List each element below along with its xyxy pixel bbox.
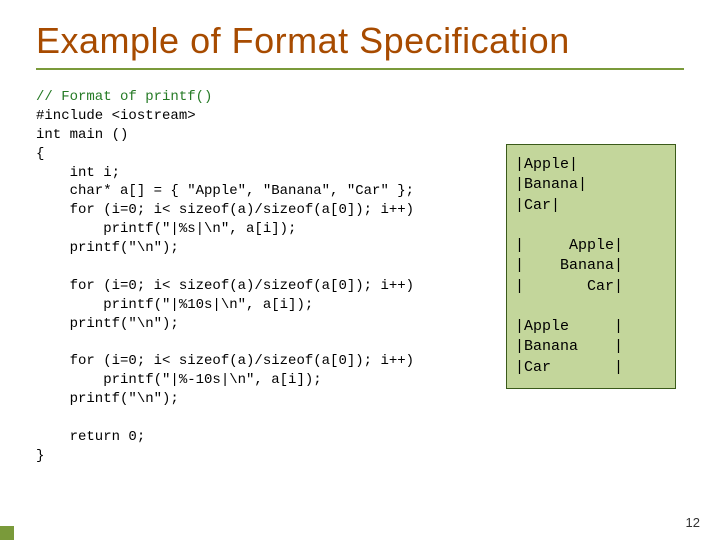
page-title: Example of Format Specification [36, 20, 684, 70]
code-comment: // Format of printf() [36, 89, 212, 105]
code-line: int i; [36, 165, 120, 181]
output-box: |Apple| |Banana| |Car| | Apple| | Banana… [506, 144, 676, 389]
code-line: printf("\n"); [36, 240, 179, 256]
code-line: for (i=0; i< sizeof(a)/sizeof(a[0]); i++… [36, 353, 414, 369]
code-line: printf("|%s|\n", a[i]); [36, 221, 296, 237]
code-line: printf("\n"); [36, 316, 179, 332]
page-number: 12 [686, 515, 700, 530]
code-line: #include <iostream> [36, 108, 196, 124]
code-column: // Format of printf() #include <iostream… [36, 88, 486, 466]
code-line: for (i=0; i< sizeof(a)/sizeof(a[0]); i++… [36, 278, 414, 294]
code-line: printf("|%10s|\n", a[i]); [36, 297, 313, 313]
code-line: printf("\n"); [36, 391, 179, 407]
corner-accent [0, 526, 14, 540]
code-line: char* a[] = { "Apple", "Banana", "Car" }… [36, 183, 414, 199]
code-line: int main () [36, 127, 128, 143]
output-column: |Apple| |Banana| |Car| | Apple| | Banana… [506, 88, 676, 466]
slide-body: // Format of printf() #include <iostream… [36, 88, 684, 466]
code-listing: // Format of printf() #include <iostream… [36, 88, 486, 466]
code-line: printf("|%-10s|\n", a[i]); [36, 372, 322, 388]
code-line: for (i=0; i< sizeof(a)/sizeof(a[0]); i++… [36, 202, 414, 218]
slide: Example of Format Specification // Forma… [0, 0, 720, 540]
code-line: return 0; [36, 429, 145, 445]
code-line: } [36, 448, 44, 464]
code-line: { [36, 146, 44, 162]
